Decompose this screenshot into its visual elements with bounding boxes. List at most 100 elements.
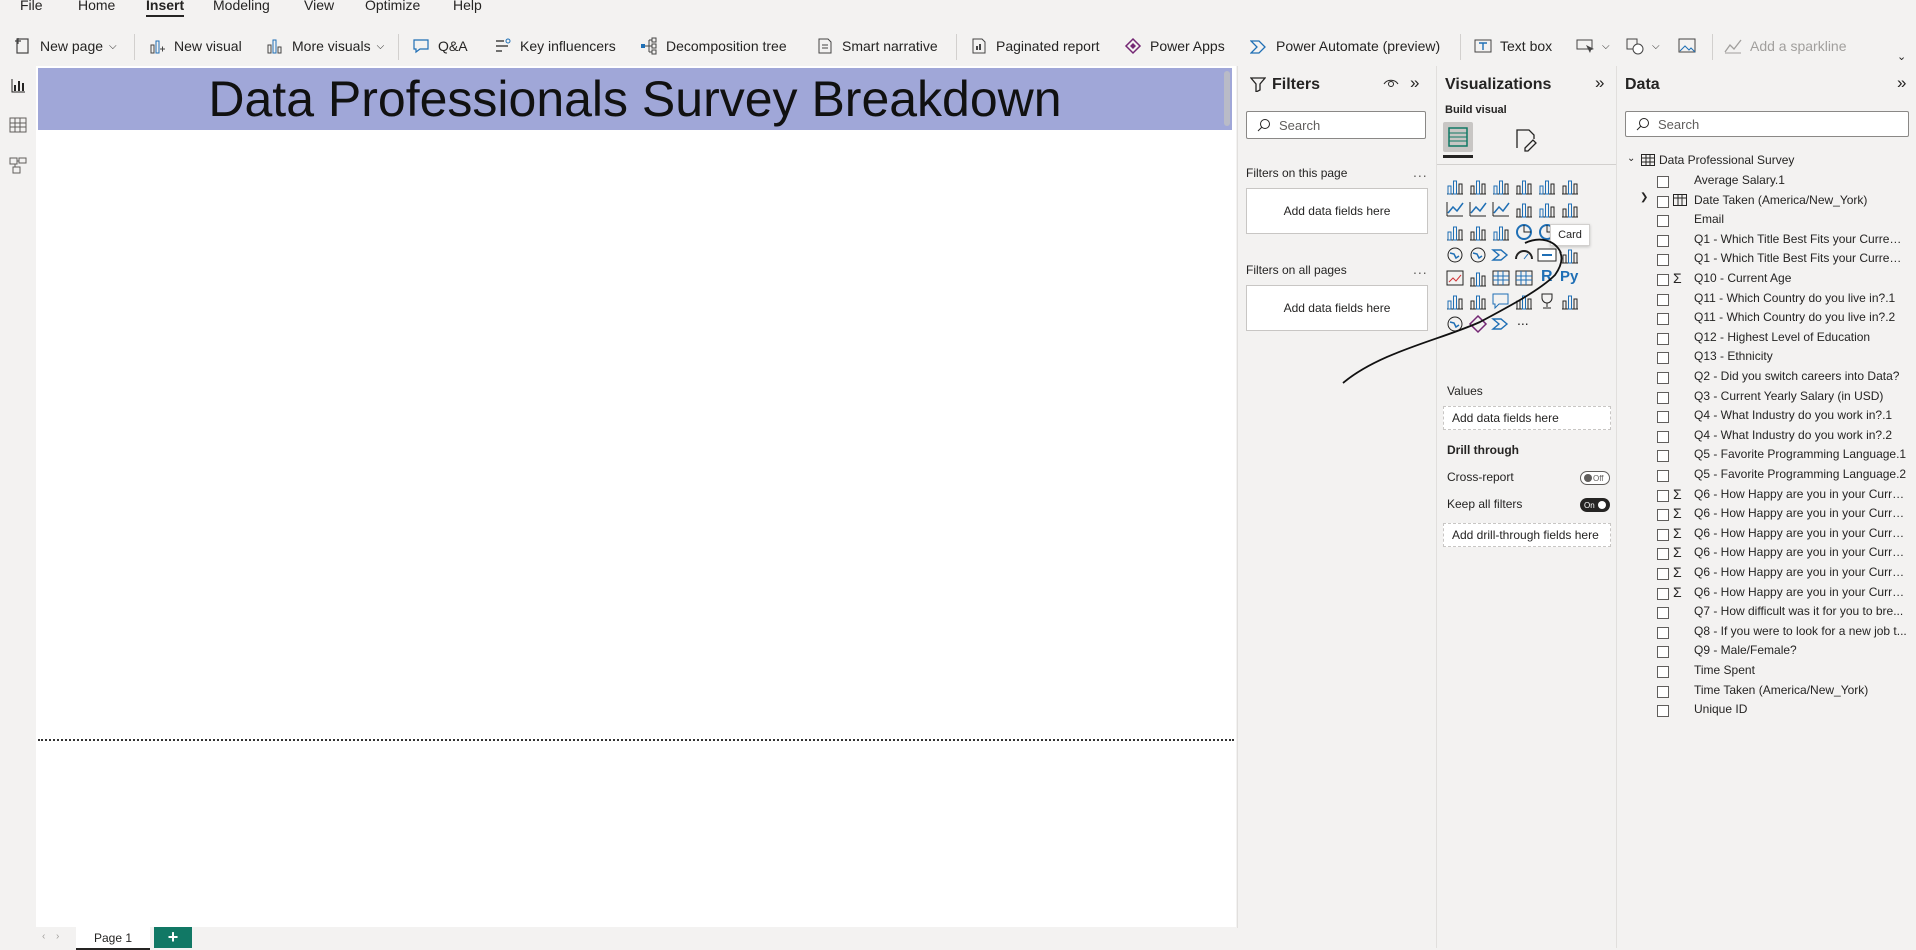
arcgis-map-icon[interactable]	[1445, 314, 1465, 334]
filled-map-icon[interactable]	[1468, 245, 1488, 265]
line-stacked-column-chart-icon[interactable]	[1537, 199, 1557, 219]
field-checkbox[interactable]	[1657, 254, 1669, 267]
field-checkbox[interactable]	[1657, 666, 1669, 678]
shapes-button[interactable]: ⌵	[1626, 32, 1660, 60]
field-checkbox[interactable]	[1657, 489, 1669, 502]
field-checkbox[interactable]	[1657, 626, 1669, 639]
keep-all-filters-toggle[interactable]: On	[1580, 498, 1610, 512]
funnel-chart-icon[interactable]	[1468, 222, 1488, 242]
field-checkbox[interactable]	[1657, 372, 1669, 384]
menu-view[interactable]: View	[304, 0, 334, 13]
field-checkbox[interactable]	[1657, 587, 1669, 600]
100-percent-bar-chart-icon[interactable]	[1537, 176, 1557, 196]
map-icon[interactable]	[1445, 245, 1465, 265]
menu-help[interactable]: Help	[453, 0, 482, 13]
field-checkbox[interactable]	[1657, 430, 1669, 443]
image-button[interactable]	[1678, 32, 1704, 60]
menu-insert[interactable]: Insert	[146, 0, 185, 17]
qa-icon[interactable]	[1491, 291, 1511, 311]
report-canvas[interactable]: Data Professionals Survey Breakdown	[36, 66, 1236, 927]
more-options-icon[interactable]: ...	[1413, 164, 1428, 180]
eye-icon[interactable]	[1383, 76, 1399, 97]
decomposition-tree-icon[interactable]	[1468, 291, 1488, 311]
format-visual-tab[interactable]	[1513, 126, 1539, 152]
stacked-area-chart-icon[interactable]	[1491, 199, 1511, 219]
page-tab[interactable]: Page 1	[76, 927, 150, 950]
field-checkbox[interactable]	[1657, 528, 1669, 541]
smart-narrative-icon[interactable]	[1514, 291, 1534, 311]
matrix-icon[interactable]	[1514, 268, 1534, 288]
power-apps-icon[interactable]	[1468, 314, 1488, 334]
field-checkbox[interactable]	[1657, 646, 1669, 659]
ribbon-chart-icon[interactable]	[1560, 199, 1580, 219]
chevron-down-icon[interactable]: ⌄	[1627, 153, 1635, 164]
field-checkbox[interactable]	[1657, 234, 1669, 247]
field-checkbox[interactable]	[1657, 509, 1669, 522]
page-nav-right-icon[interactable]: ›	[56, 931, 59, 942]
add-sparkline-button[interactable]: Add a sparkline	[1724, 32, 1847, 60]
canvas-scrollbar[interactable]	[1224, 71, 1230, 126]
table-view-icon[interactable]	[9, 116, 27, 134]
python-visual-icon[interactable]: Py	[1560, 268, 1580, 288]
model-view-icon[interactable]	[9, 156, 27, 174]
filters-search-input[interactable]: Search	[1246, 111, 1426, 139]
table-icon[interactable]	[1491, 268, 1511, 288]
field-checkbox[interactable]	[1657, 195, 1669, 208]
area-chart-icon[interactable]	[1468, 199, 1488, 219]
new-page-button[interactable]: New page ⌵	[14, 32, 117, 60]
data-search-input[interactable]: Search	[1625, 111, 1909, 137]
menu-modeling[interactable]: Modeling	[213, 0, 270, 13]
drill-through-dropzone[interactable]: Add drill-through fields here	[1443, 523, 1611, 547]
scatter-chart-icon[interactable]	[1491, 222, 1511, 242]
field-checkbox[interactable]	[1657, 411, 1669, 424]
power-apps-button[interactable]: Power Apps	[1124, 32, 1225, 60]
azure-map-icon[interactable]	[1491, 245, 1511, 265]
field-checkbox[interactable]	[1657, 352, 1669, 365]
clustered-bar-chart-icon[interactable]	[1491, 176, 1511, 196]
line-chart-icon[interactable]	[1445, 199, 1465, 219]
cross-report-toggle[interactable]: Off	[1580, 471, 1610, 485]
field-checkbox[interactable]	[1657, 548, 1669, 561]
field-checkbox[interactable]	[1657, 568, 1669, 580]
more-visuals-button[interactable]: More visuals ⌵	[266, 32, 384, 60]
clustered-column-chart-icon[interactable]	[1514, 176, 1534, 196]
field-checkbox[interactable]	[1657, 470, 1669, 482]
field-checkbox[interactable]	[1657, 705, 1669, 718]
slicer-icon[interactable]	[1468, 268, 1488, 288]
100-percent-column-chart-icon[interactable]	[1560, 176, 1580, 196]
collapse-visualizations-icon[interactable]: »	[1595, 73, 1604, 93]
text-box-button[interactable]: Text box	[1474, 32, 1552, 60]
power-automate-icon[interactable]	[1491, 314, 1511, 334]
collapse-data-icon[interactable]: »	[1897, 73, 1906, 93]
paginated-report-button[interactable]: Paginated report	[970, 32, 1100, 60]
more-options-icon[interactable]: ...	[1413, 261, 1428, 277]
key-influencers-button[interactable]: Key influencers	[494, 32, 616, 60]
decomposition-tree-button[interactable]: Decomposition tree	[640, 32, 787, 60]
kpi-icon[interactable]	[1445, 268, 1465, 288]
field-checkbox[interactable]	[1657, 293, 1669, 306]
field-checkbox[interactable]	[1657, 391, 1669, 404]
buttons-button[interactable]: ⌵	[1576, 32, 1610, 60]
menu-home[interactable]: Home	[78, 0, 115, 13]
power-automate-button[interactable]: Power Automate (preview)	[1249, 32, 1440, 60]
ribbon-collapse-icon[interactable]: ⌄	[1897, 50, 1906, 63]
report-view-icon[interactable]	[9, 76, 27, 94]
multi-row-card-icon[interactable]	[1560, 245, 1580, 265]
field-checkbox[interactable]	[1657, 215, 1669, 228]
qa-button[interactable]: Q&A	[412, 32, 468, 60]
page-filters-dropzone[interactable]: Add data fields here	[1246, 188, 1428, 234]
field-checkbox[interactable]	[1657, 332, 1669, 345]
values-dropzone[interactable]: Add data fields here	[1443, 406, 1611, 430]
stacked-bar-chart-icon[interactable]	[1445, 176, 1465, 196]
waterfall-chart-icon[interactable]	[1445, 222, 1465, 242]
key-influencers-icon[interactable]	[1445, 291, 1465, 311]
chevron-right-icon[interactable]: ❯	[1640, 192, 1648, 203]
new-visual-button[interactable]: New visual	[148, 32, 242, 60]
gauge-icon[interactable]	[1514, 245, 1534, 265]
collapse-filters-icon[interactable]: »	[1410, 73, 1419, 93]
line-clustered-column-chart-icon[interactable]	[1514, 199, 1534, 219]
field-checkbox[interactable]	[1657, 313, 1669, 326]
field-item[interactable]: Unique ID	[1617, 699, 1916, 723]
page-nav-left-icon[interactable]: ‹	[42, 931, 45, 942]
card-icon[interactable]	[1537, 245, 1557, 265]
